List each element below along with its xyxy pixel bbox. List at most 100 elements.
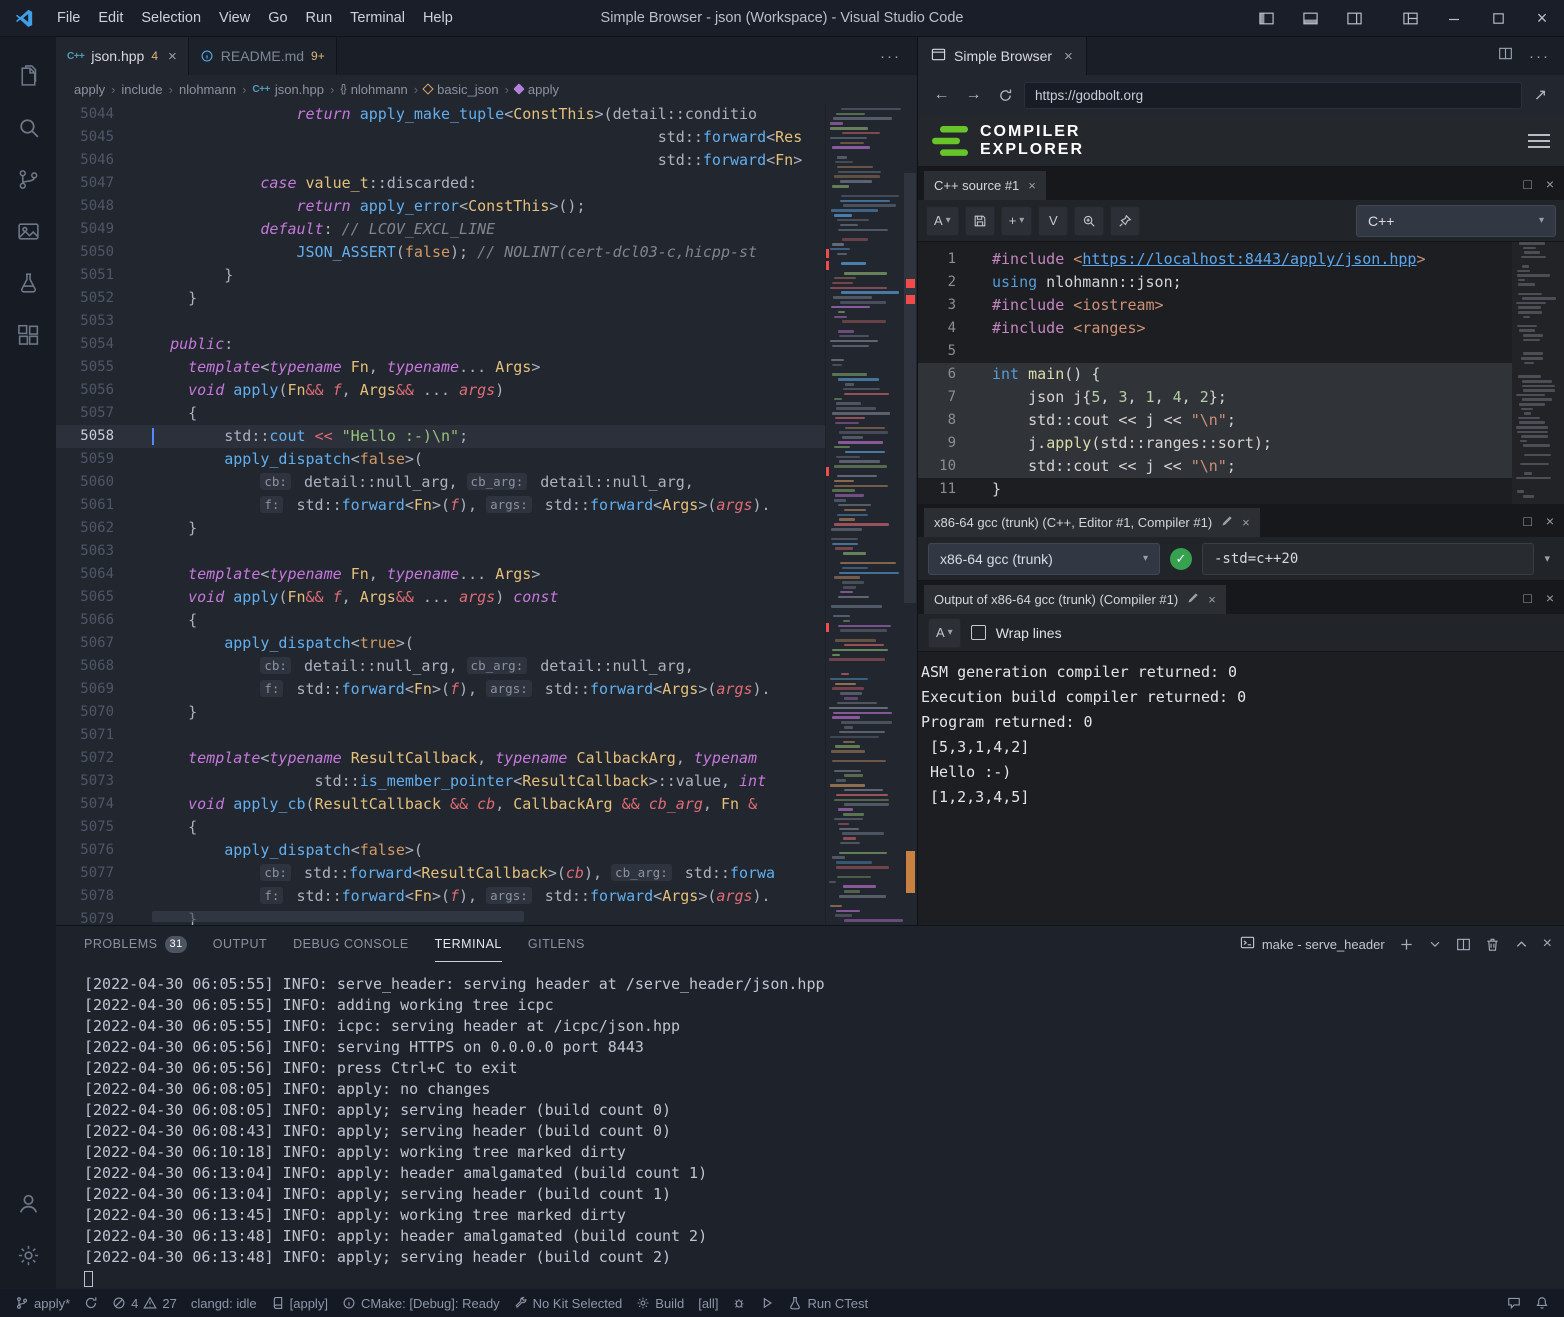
hamburger-menu-icon[interactable] (1528, 134, 1550, 148)
layout-sidebar-right-icon[interactable] (1332, 0, 1376, 37)
activity-testing-icon[interactable] (4, 257, 52, 309)
cmake-status[interactable]: CMake: [Debug]: Ready (335, 1289, 507, 1317)
activity-source-control-icon[interactable] (4, 153, 52, 205)
rename-pane-icon[interactable] (1221, 515, 1233, 530)
simple-browser-tab[interactable]: Simple Browser × (918, 37, 1087, 75)
code-line[interactable]: 5063 (56, 540, 917, 563)
code-line[interactable]: 5070 } (56, 701, 917, 724)
repo-status[interactable]: [apply] (264, 1289, 335, 1317)
source-code-line[interactable]: 4#include <ranges> (918, 317, 1564, 340)
code-line[interactable]: 5047 case value_t::discarded: (56, 172, 917, 195)
code-editor[interactable]: 5044 return apply_make_tuple<ConstThis>(… (56, 103, 917, 925)
wrap-lines-checkbox[interactable] (971, 625, 986, 640)
maximize-panel-icon[interactable] (1514, 937, 1529, 952)
panel-tab-gitlens[interactable]: GITLENS (528, 926, 585, 962)
build-target[interactable]: [all] (691, 1289, 725, 1317)
ctest-button[interactable]: Run CTest (781, 1289, 875, 1317)
sync-status[interactable] (77, 1289, 105, 1317)
code-line[interactable]: 5066 { (56, 609, 917, 632)
build-button[interactable]: Build (629, 1289, 691, 1317)
breadcrumb-item-apply[interactable]: apply (515, 82, 559, 97)
source-code-line[interactable]: 1#include <https://localhost:8443/apply/… (918, 248, 1564, 271)
activity-explorer-icon[interactable] (4, 49, 52, 101)
code-line[interactable]: 5055 template<typename Fn, typename... A… (56, 356, 917, 379)
code-line[interactable]: 5045 std::forward<Res (56, 126, 917, 149)
close-panel-icon[interactable]: × (1543, 935, 1552, 953)
activity-extensions-icon[interactable] (4, 309, 52, 361)
kill-terminal-icon[interactable] (1485, 937, 1500, 952)
code-line[interactable]: 5078 f: std::forward<Fn>(f), args: std::… (56, 885, 917, 908)
terminal-process-select[interactable]: make - serve_header (1240, 935, 1385, 953)
minimap[interactable] (825, 103, 903, 925)
code-line[interactable]: 5060 cb: detail::null_arg, cb_arg: detai… (56, 471, 917, 494)
source-pane-tab-close-icon[interactable]: × (1028, 178, 1036, 193)
code-line[interactable]: 5076 apply_dispatch<false>( (56, 839, 917, 862)
panel-tab-output[interactable]: OUTPUT (213, 926, 267, 962)
source-code-line[interactable]: 3#include <iostream> (918, 294, 1564, 317)
kit-status[interactable]: No Kit Selected (507, 1289, 630, 1317)
source-code-line[interactable]: 9 j.apply(std::ranges::sort); (918, 432, 1564, 455)
output-font-size-button[interactable]: A▾ (928, 618, 961, 648)
code-line[interactable]: 5065 void apply(Fn&& f, Args&& ... args)… (56, 586, 917, 609)
activity-settings-icon[interactable] (4, 1229, 52, 1281)
tab-close-icon[interactable]: × (168, 48, 177, 65)
source-pane-tab[interactable]: C++ source #1 × (924, 171, 1046, 200)
source-pane-close-icon[interactable]: × (1546, 176, 1554, 192)
breadcrumb-item-json.hpp[interactable]: C++json.hpp (252, 82, 324, 97)
code-line[interactable]: 5051 } (56, 264, 917, 287)
code-line[interactable]: 5050 JSON_ASSERT(false); // NOLINT(cert-… (56, 241, 917, 264)
breadcrumb-item-apply[interactable]: apply (74, 82, 105, 97)
source-minimap[interactable] (1512, 242, 1564, 504)
feedback-status[interactable] (1500, 1289, 1528, 1317)
code-line[interactable]: 5049 default: // LCOV_EXCL_LINE (56, 218, 917, 241)
code-line[interactable]: 5077 cb: std::forward<ResultCallback>(cb… (56, 862, 917, 885)
compiler-pane-tab[interactable]: x86-64 gcc (trunk) (C++, Editor #1, Comp… (924, 508, 1260, 537)
code-line[interactable]: 5069 f: std::forward<Fn>(f), args: std::… (56, 678, 917, 701)
source-code-line[interactable]: 7 json j{5, 3, 1, 4, 2}; (918, 386, 1564, 409)
debug-button[interactable] (725, 1289, 753, 1317)
panel-tab-terminal[interactable]: TERMINAL (435, 926, 502, 962)
menu-help[interactable]: Help (414, 0, 462, 37)
compiler-select[interactable]: x86-64 gcc (trunk) ▾ (928, 543, 1160, 575)
menu-run[interactable]: Run (297, 0, 342, 37)
zoom-button[interactable] (1074, 206, 1104, 236)
browser-tab-close-icon[interactable]: × (1064, 48, 1073, 65)
code-line[interactable]: 5068 cb: detail::null_arg, cb_arg: detai… (56, 655, 917, 678)
split-terminal-icon[interactable] (1456, 937, 1471, 952)
code-line[interactable]: 5062 } (56, 517, 917, 540)
vim-toggle-button[interactable]: V (1038, 206, 1068, 236)
compiler-pane-tab-close-icon[interactable]: × (1242, 515, 1250, 530)
output-pane-tab[interactable]: Output of x86-64 gcc (trunk) (Compiler #… (924, 585, 1226, 614)
layout-panel-icon[interactable] (1288, 0, 1332, 37)
source-code-line[interactable]: 10 std::cout << j << "\n"; (918, 455, 1564, 478)
forward-button[interactable]: → (960, 82, 987, 109)
code-line[interactable]: 5073 std::is_member_pointer<ResultCallba… (56, 770, 917, 793)
source-code-line[interactable]: 8 std::cout << j << "\n"; (918, 409, 1564, 432)
code-line[interactable]: 5064 template<typename Fn, typename... A… (56, 563, 917, 586)
source-pane-maximize-icon[interactable]: □ (1523, 176, 1531, 192)
activity-account-icon[interactable] (4, 1177, 52, 1229)
menu-selection[interactable]: Selection (132, 0, 210, 37)
breadcrumb-item-basic_json[interactable]: basic_json (424, 82, 498, 97)
notifications-bell[interactable] (1528, 1289, 1556, 1317)
code-line[interactable]: 5053 (56, 310, 917, 333)
editor-vertical-scrollbar[interactable] (903, 103, 917, 925)
rename-pane-icon[interactable] (1187, 592, 1199, 607)
code-line[interactable]: 5074 void apply_cb(ResultCallback && cb,… (56, 793, 917, 816)
code-line[interactable]: 5067 apply_dispatch<true>( (56, 632, 917, 655)
maximize-button[interactable] (1476, 0, 1520, 37)
back-button[interactable]: ← (928, 82, 955, 109)
compiler-explorer-logo[interactable]: COMPILER EXPLORER (932, 123, 1084, 158)
source-code-line[interactable]: 5 (918, 340, 1564, 363)
save-button[interactable] (965, 206, 995, 236)
add-pane-button[interactable]: +▾ (1001, 206, 1033, 236)
open-external-icon[interactable]: ↗ (1527, 82, 1554, 109)
minimize-button[interactable] (1432, 0, 1476, 37)
terminal-dropdown-icon[interactable] (1428, 937, 1442, 951)
include-link[interactable]: https://localhost:8443/apply/json.hpp (1082, 250, 1416, 268)
breadcrumb-item-include[interactable]: include (121, 82, 162, 97)
font-size-button[interactable]: A▾ (926, 206, 959, 236)
code-line[interactable]: 5059 apply_dispatch<false>( (56, 448, 917, 471)
menu-go[interactable]: Go (259, 0, 296, 37)
code-line[interactable]: 5056 void apply(Fn&& f, Args&& ... args) (56, 379, 917, 402)
